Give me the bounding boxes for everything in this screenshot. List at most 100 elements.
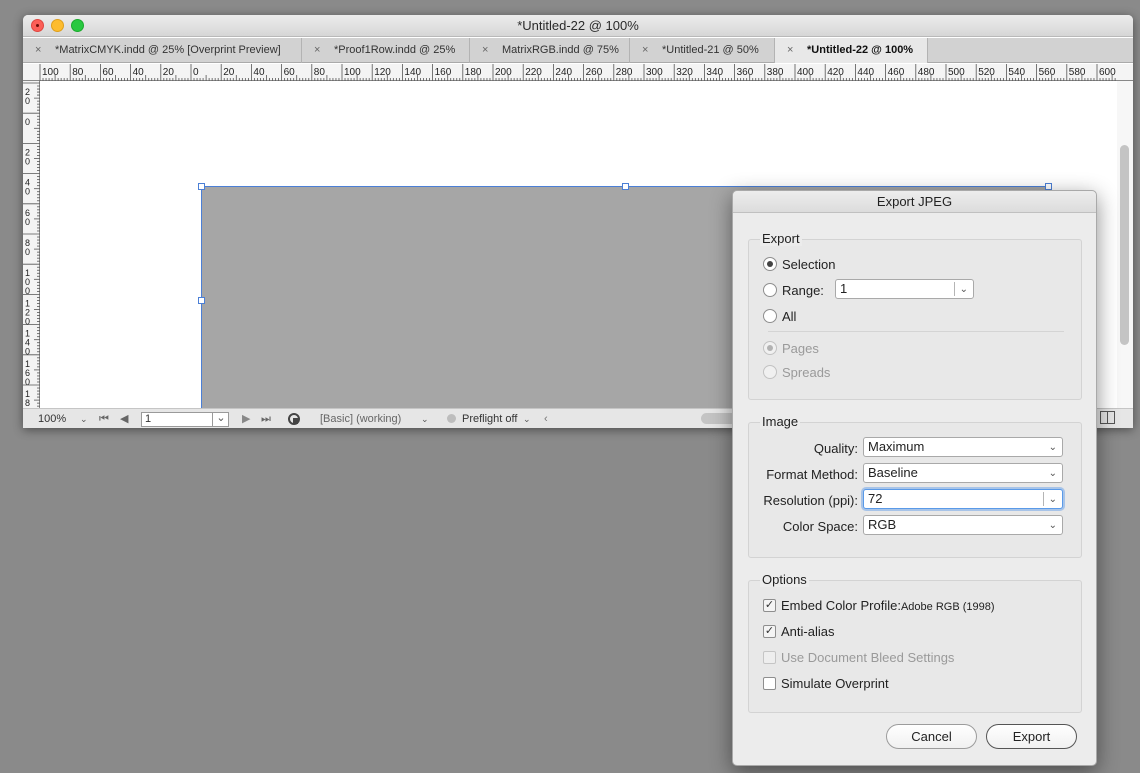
quality-value: Maximum	[868, 439, 925, 454]
ruler-label: 8	[25, 398, 30, 408]
image-group-label: Image	[760, 414, 801, 429]
style-status[interactable]: [Basic] (working)	[320, 412, 401, 426]
ruler-label: 440	[857, 67, 874, 78]
prev-page-icon[interactable]: ◀	[120, 412, 128, 426]
ruler-label: 260	[586, 67, 603, 78]
chevron-down-icon[interactable]: ⌄	[80, 412, 88, 426]
ruler-label: 100	[344, 67, 361, 78]
format-method-value: Baseline	[868, 465, 918, 480]
range-radio[interactable]	[763, 283, 777, 297]
ruler-label: 240	[555, 67, 572, 78]
selection-handle[interactable]	[622, 183, 629, 190]
quality-select[interactable]: Maximum ⌄	[863, 437, 1063, 457]
anti-alias-label[interactable]: Anti-alias	[781, 624, 834, 639]
zoom-window-button[interactable]	[71, 19, 84, 32]
selection-radio[interactable]	[763, 257, 777, 271]
chevron-down-icon[interactable]: ⌄	[960, 280, 968, 299]
last-page-icon[interactable]: ⏭	[261, 412, 271, 426]
selection-handle[interactable]	[198, 183, 205, 190]
next-page-icon[interactable]: ▶	[242, 412, 250, 426]
vertical-ruler[interactable]: 2002040608010012014016018	[23, 81, 40, 408]
chevron-down-icon: ⌄	[1048, 468, 1057, 479]
quality-label: Quality:	[813, 441, 858, 456]
ruler-label: 180	[465, 67, 482, 78]
ruler-label: 20	[163, 67, 175, 78]
ruler-label: 0	[25, 156, 30, 166]
ruler-label: 80	[72, 67, 84, 78]
window-title: *Untitled-22 @ 100%	[517, 18, 639, 33]
range-label[interactable]: Range:	[782, 283, 824, 298]
anti-alias-checkbox[interactable]: ✓	[763, 625, 776, 638]
export-button[interactable]: Export	[986, 724, 1077, 749]
bleed-checkbox[interactable]	[763, 651, 776, 664]
selection-handle[interactable]	[1045, 183, 1052, 190]
ruler-label: 160	[435, 67, 452, 78]
resolution-combo[interactable]: 72 ⌄	[863, 489, 1063, 509]
vertical-scrollbar[interactable]	[1117, 81, 1133, 408]
close-icon[interactable]: ×	[314, 38, 326, 62]
tab-label: *MatrixCMYK.indd @ 25% [Overprint Previe…	[55, 44, 281, 56]
preflight-status-icon[interactable]	[287, 412, 303, 428]
ruler-label: 40	[253, 67, 265, 78]
close-window-button[interactable]	[31, 19, 44, 32]
simulate-overprint-checkbox[interactable]	[763, 677, 776, 690]
tab-label: MatrixRGB.indd @ 75%	[502, 44, 619, 56]
ruler-label: 560	[1039, 67, 1056, 78]
zoom-level[interactable]: 100%	[38, 412, 66, 426]
ruler-label: 400	[797, 67, 814, 78]
chevron-down-icon[interactable]: ⌄	[1049, 490, 1057, 509]
ruler-label: 0	[193, 67, 199, 78]
ruler-label: 200	[495, 67, 512, 78]
chevron-down-icon: ⌄	[1048, 520, 1057, 531]
color-space-select[interactable]: RGB ⌄	[863, 515, 1063, 535]
tab-proof1row[interactable]: × *Proof1Row.indd @ 25%	[302, 38, 470, 63]
tab-matrixrgb[interactable]: × MatrixRGB.indd @ 75%	[470, 38, 630, 63]
cancel-button[interactable]: Cancel	[886, 724, 977, 749]
all-radio[interactable]	[763, 309, 777, 323]
minimize-window-button[interactable]	[51, 19, 64, 32]
tab-untitled-21[interactable]: × *Untitled-21 @ 50%	[630, 38, 775, 63]
split-view-icon[interactable]	[1100, 411, 1115, 428]
ruler-label: 0	[25, 247, 30, 257]
vertical-scroll-thumb[interactable]	[1120, 145, 1129, 345]
format-method-select[interactable]: Baseline ⌄	[863, 463, 1063, 483]
embed-profile-checkbox[interactable]: ✓	[763, 599, 776, 612]
selection-label[interactable]: Selection	[782, 257, 835, 272]
close-icon[interactable]: ×	[482, 38, 494, 62]
close-icon[interactable]: ×	[642, 38, 654, 62]
dialog-title: Export JPEG	[733, 191, 1096, 213]
ruler-label: 140	[404, 67, 421, 78]
ruler-label: 20	[223, 67, 235, 78]
chevron-down-icon[interactable]: ⌄	[523, 412, 531, 426]
ruler-label: 320	[676, 67, 693, 78]
pages-radio[interactable]	[763, 341, 777, 355]
chevron-down-icon[interactable]: ⌄	[421, 412, 429, 426]
options-group-label: Options	[760, 572, 809, 587]
close-icon[interactable]: ×	[35, 38, 47, 62]
horizontal-ruler[interactable]: 100 80 60 40 20 0 20 40 60 80 100 120 140 160 180 200 22…	[23, 64, 1133, 81]
ruler-label: 0	[25, 217, 30, 227]
resolution-value[interactable]: 72	[868, 491, 882, 506]
tab-matrixcmyk[interactable]: × *MatrixCMYK.indd @ 25% [Overprint Previ…	[23, 38, 302, 63]
vertical-ruler-ticks: 2002040608010012014016018	[23, 82, 40, 408]
preflight-indicator	[447, 414, 456, 423]
resolution-label: Resolution (ppi):	[763, 493, 858, 508]
preflight-status[interactable]: Preflight off	[462, 412, 517, 426]
all-label[interactable]: All	[782, 309, 796, 324]
simulate-overprint-label[interactable]: Simulate Overprint	[781, 676, 889, 691]
ruler-label: 80	[314, 67, 326, 78]
first-page-icon[interactable]: ⏮	[99, 412, 109, 426]
spreads-radio[interactable]	[763, 365, 777, 379]
ruler-label: 500	[948, 67, 965, 78]
tab-untitled-22[interactable]: × *Untitled-22 @ 100%	[775, 38, 928, 63]
ruler-label: 540	[1008, 67, 1025, 78]
chevron-down-icon[interactable]: ⌄	[212, 412, 229, 427]
selection-handle[interactable]	[198, 297, 205, 304]
ruler-label: 280	[616, 67, 633, 78]
range-input[interactable]: 1 ⌄	[835, 279, 974, 299]
title-bar[interactable]: *Untitled-22 @ 100%	[23, 15, 1133, 37]
embed-profile-label[interactable]: Embed Color Profile:Adobe RGB (1998)	[781, 598, 995, 613]
ruler-label: 300	[646, 67, 663, 78]
collapse-arrow-icon[interactable]: ‹	[544, 412, 548, 426]
close-icon[interactable]: ×	[787, 38, 799, 62]
